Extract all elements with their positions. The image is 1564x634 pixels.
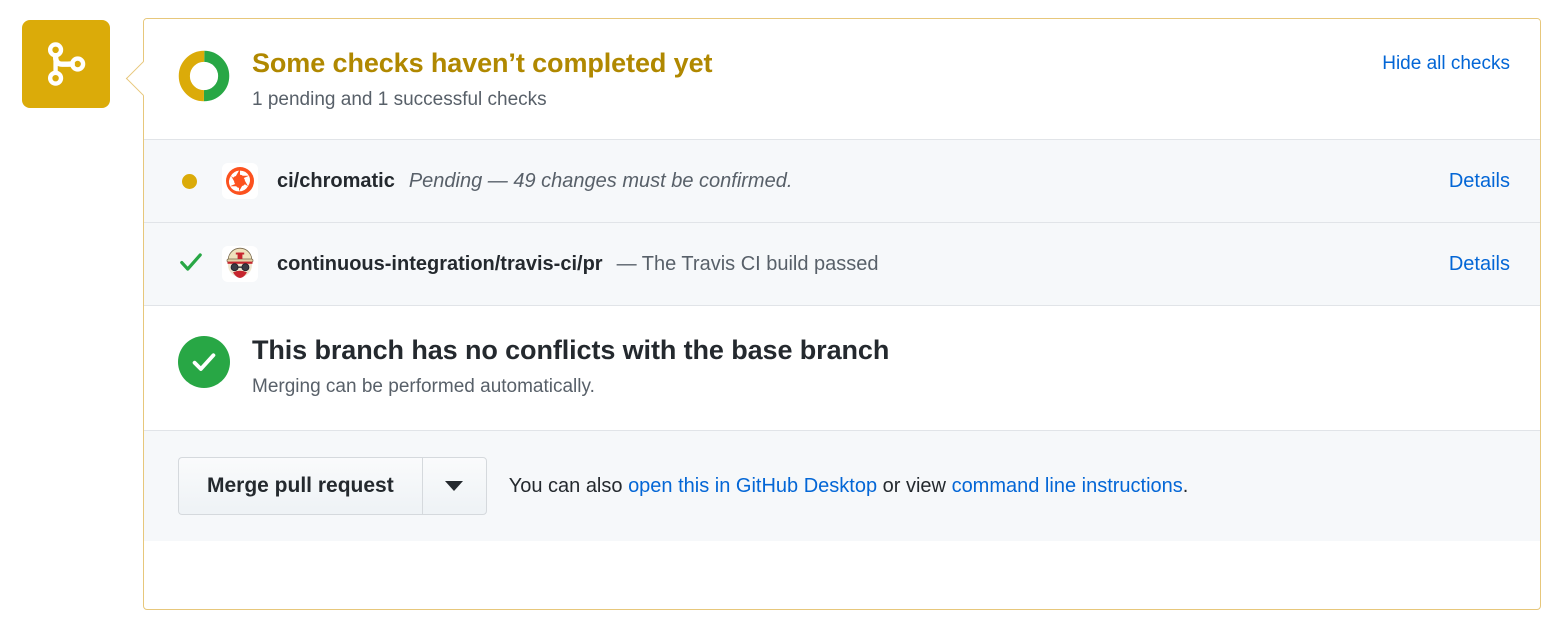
checks-header-texts: Some checks haven’t completed yet 1 pend… (252, 47, 1362, 113)
green-check-icon (178, 249, 204, 280)
check-status-success (178, 249, 222, 280)
checks-list: ci/chromatic Pending — 49 changes must b… (144, 139, 1540, 306)
merge-state-section: This branch has no conflicts with the ba… (144, 305, 1540, 431)
checks-progress-donut-icon (178, 50, 230, 102)
green-check-circle-icon (178, 336, 230, 389)
git-merge-status-badge (22, 20, 110, 108)
travis-ci-logo-icon (222, 246, 258, 283)
git-merge-icon (41, 39, 91, 89)
merge-footer: Merge pull request You can also open thi… (144, 430, 1540, 542)
merge-pull-request-button[interactable]: Merge pull request (178, 457, 422, 516)
checks-header-subtitle: 1 pending and 1 successful checks (252, 89, 547, 111)
merge-footer-text: You can also open this in GitHub Desktop… (509, 472, 1189, 500)
check-name: ci/chromatic (277, 169, 395, 192)
footer-text-middle: or view (877, 475, 952, 498)
check-details-link[interactable]: Details (1449, 253, 1510, 276)
checks-header-title: Some checks haven’t completed yet (252, 48, 713, 78)
checks-header: Some checks haven’t completed yet 1 pend… (144, 19, 1540, 140)
merge-button-group: Merge pull request (178, 457, 487, 516)
open-in-github-desktop-link[interactable]: open this in GitHub Desktop (628, 475, 877, 497)
merge-box-caret (123, 58, 144, 98)
check-description: Pending — 49 changes must be confirmed. (408, 169, 793, 192)
merge-state-subtitle: Merging can be performed automatically. (252, 376, 595, 398)
check-name: continuous-integration/travis-ci/pr (277, 252, 603, 275)
table-row: continuous-integration/travis-ci/pr — Th… (144, 222, 1540, 306)
merge-box: Some checks haven’t completed yet 1 pend… (143, 18, 1541, 610)
merge-state-texts: This branch has no conflicts with the ba… (252, 334, 1510, 400)
table-row: ci/chromatic Pending — 49 changes must b… (144, 139, 1540, 223)
check-details-link[interactable]: Details (1449, 170, 1510, 193)
merge-state-title: This branch has no conflicts with the ba… (252, 335, 890, 366)
merge-options-dropdown-button[interactable] (421, 457, 487, 516)
hide-all-checks-link[interactable]: Hide all checks (1382, 53, 1510, 75)
pull-request-merge-box-screen: Some checks haven’t completed yet 1 pend… (0, 0, 1564, 634)
yellow-dot-icon (182, 173, 197, 189)
footer-text-after: . (1182, 475, 1189, 498)
chromatic-logo-icon (222, 163, 258, 200)
chevron-down-icon (445, 481, 464, 492)
check-description: — The Travis CI build passed (616, 252, 879, 275)
check-status-pending (178, 173, 222, 189)
footer-text-before: You can also (508, 475, 629, 498)
command-line-instructions-link[interactable]: command line instructions (952, 475, 1183, 497)
